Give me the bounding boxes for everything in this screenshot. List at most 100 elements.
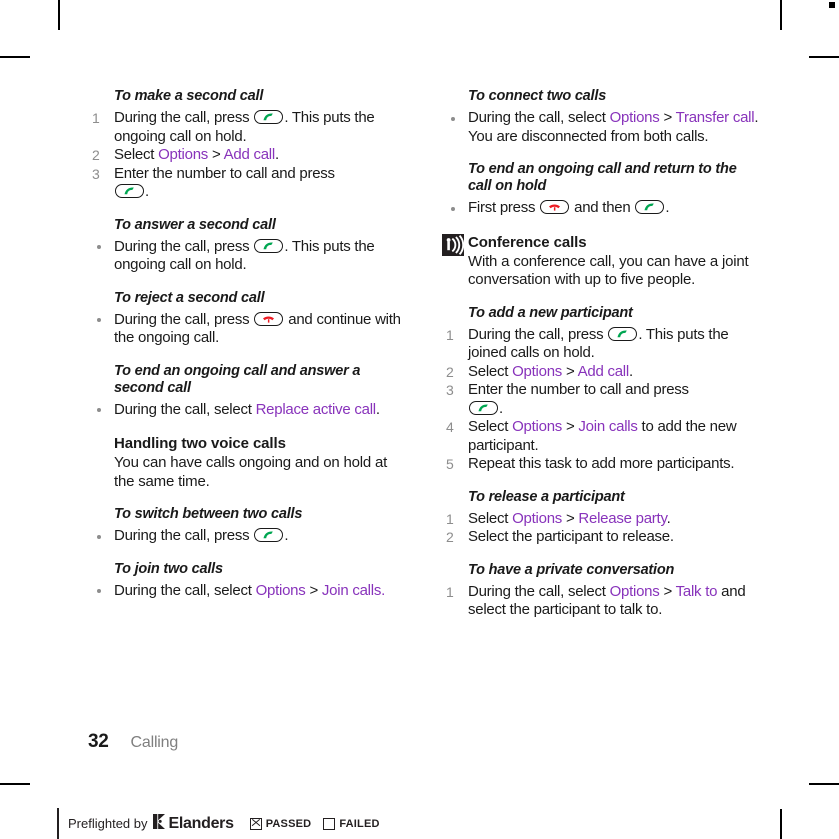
bullet-icon — [97, 589, 101, 593]
list-item: 1 During the call, press . This puts the… — [88, 109, 406, 146]
red-end-call-key-icon — [540, 200, 570, 214]
procedure-steps: During the call, select Replace active c… — [88, 401, 406, 420]
failed-checkbox[interactable] — [323, 817, 336, 830]
step-text-part: . — [499, 399, 503, 417]
bullet-icon — [451, 116, 455, 121]
step-text: During the call, press . This puts the j… — [468, 326, 729, 362]
procedure-title: To end an ongoing call and answer a seco… — [114, 362, 361, 396]
procedure-title: To release a participant — [468, 488, 625, 505]
ui-label-transfer-call: Transfer call — [675, 109, 755, 126]
elanders-logo-icon — [152, 813, 166, 834]
list-item: 3 Enter the number to call and press . — [442, 381, 760, 418]
separator: > — [659, 582, 676, 600]
ui-label-join-calls: Join calls — [321, 581, 382, 599]
ui-label-options: Options — [512, 418, 563, 435]
step-text-part: During the call, press — [114, 237, 254, 255]
list-item: During the call, select Options > Transf… — [442, 109, 760, 146]
step-text: During the call, select Options > Talk t… — [468, 582, 746, 619]
two-column-body: To make a second call 1 During the call,… — [88, 88, 760, 620]
green-call-key-icon — [254, 528, 284, 542]
procedure-title: To answer a second call — [114, 216, 276, 233]
step-text: During the call, select Options > Transf… — [468, 109, 759, 145]
section-heading: Handling two voice calls — [114, 435, 286, 452]
separator: > — [659, 109, 676, 126]
conference-calls-note: Conference calls With a conference call,… — [442, 233, 760, 290]
step-text: During the call, press . This puts the o… — [114, 238, 375, 274]
step-text: Select Options > Release party. — [468, 510, 671, 527]
ui-label-add-call: Add call — [223, 146, 276, 163]
ui-label-talk-to: Talk to — [675, 582, 718, 600]
list-item: 3 Enter the number to call and press . — [88, 165, 406, 202]
chapter-name: Calling — [130, 734, 179, 751]
step-text: During the call, press . — [114, 527, 288, 544]
procedure-steps: During the call, press . — [88, 527, 406, 546]
procedure-title: To switch between two calls — [114, 506, 303, 522]
separator: > — [562, 509, 579, 527]
step-text-part: During the call, press — [468, 325, 608, 343]
procedure-title: To reject a second call — [114, 289, 265, 306]
step-number: 2 — [446, 529, 454, 545]
list-item: First press and then . — [442, 199, 760, 218]
step-number: 1 — [446, 326, 454, 343]
bullet-icon — [451, 206, 455, 211]
step-text-part: . — [665, 199, 670, 216]
passed-label: PASSED — [265, 817, 312, 830]
list-item: 1 During the call, select Options > Talk… — [442, 583, 760, 620]
ui-label-release-party: Release party — [578, 509, 667, 527]
section-heading: Conference calls — [468, 233, 587, 251]
step-text-part: During the call, select — [114, 400, 256, 418]
step-text: During the call, select Replace active c… — [114, 401, 380, 418]
green-call-key-icon — [115, 184, 144, 198]
procedure-steps: During the call, press and continue with… — [88, 311, 406, 348]
step-text-part: . — [284, 527, 289, 544]
bullet-icon — [97, 318, 101, 322]
list-item: 5 Repeat this task to add more participa… — [442, 455, 760, 474]
step-text-part: During the call, select — [468, 109, 610, 126]
list-item: 1 Select Options > Release party. — [442, 510, 760, 529]
list-item: 1 During the call, press . This puts the… — [442, 326, 760, 363]
step-text-part: . — [375, 400, 380, 418]
list-item: During the call, press and continue with… — [88, 311, 406, 348]
procedure-title: To join two calls — [114, 560, 223, 577]
procedure-steps: 1 During the call, select Options > Talk… — [442, 583, 760, 620]
step-number: 2 — [92, 147, 100, 163]
green-call-key-icon — [254, 110, 284, 124]
separator: > — [562, 362, 578, 380]
ui-label-add-call: Add call — [577, 362, 630, 380]
step-text-part: During the call, press — [114, 109, 254, 126]
list-item: During the call, select Replace active c… — [88, 401, 406, 420]
list-item: 2 Select the participant to release. — [442, 528, 760, 547]
step-text: Select Options > Add call. — [468, 363, 633, 380]
step-text-part: During the call, select — [114, 581, 256, 599]
procedure-title: To add a new participant — [468, 304, 633, 321]
step-text-part: . — [274, 146, 279, 163]
left-column: To make a second call 1 During the call,… — [88, 88, 406, 620]
procedure-steps: During the call, select Options > Transf… — [442, 109, 760, 146]
section-body: With a conference call, you can have a j… — [468, 252, 749, 289]
step-text-part: Enter the number to call and press — [468, 381, 689, 398]
step-text: Repeat this task to add more participant… — [468, 455, 735, 472]
bullet-icon — [97, 245, 101, 249]
step-number: 1 — [92, 110, 100, 126]
page-footer: 32 Calling — [88, 731, 178, 753]
list-item: 4 Select Options > Join calls to add the… — [442, 418, 760, 455]
step-text-part: Select — [468, 362, 513, 380]
procedure-steps: During the call, select Options > Join c… — [88, 582, 406, 601]
separator: > — [208, 146, 224, 163]
step-text: Select the participant to release. — [468, 528, 674, 545]
step-text: Select Options > Join calls to add the n… — [468, 418, 737, 454]
ui-label-options: Options — [512, 362, 563, 380]
step-number: 1 — [446, 583, 454, 600]
step-text-part: During the call, press — [114, 310, 254, 328]
separator: > — [562, 418, 579, 435]
ui-label-options: Options — [609, 109, 660, 126]
step-number: 5 — [446, 456, 454, 472]
bullet-icon — [97, 534, 101, 539]
step-text-part: . — [628, 362, 633, 380]
passed-checkbox[interactable] — [249, 817, 262, 830]
green-call-key-icon — [469, 400, 498, 415]
